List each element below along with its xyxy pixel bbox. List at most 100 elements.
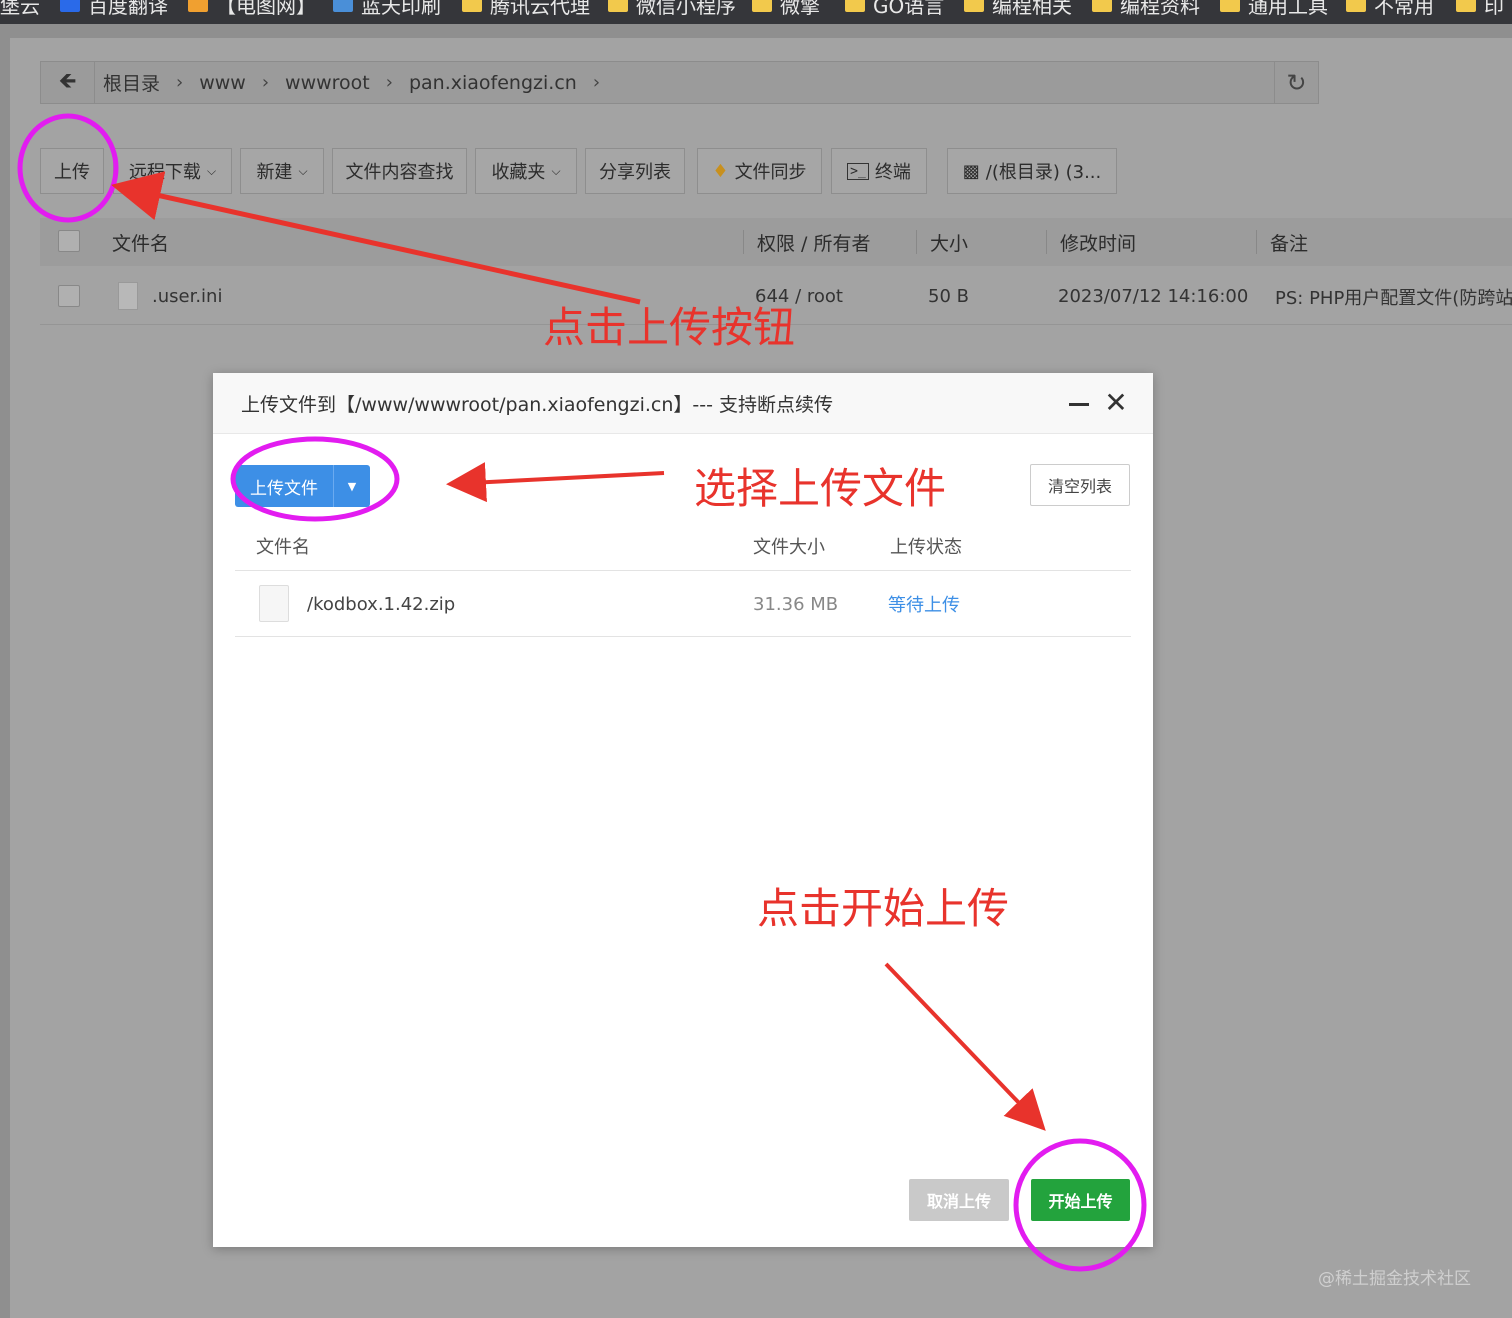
dialog-title: 上传文件到【/www/wwwroot/pan.xiaofengzi.cn】---… xyxy=(241,394,833,416)
bookmark-label: 编程相关 xyxy=(992,0,1072,18)
col-size-header[interactable]: 大小 xyxy=(930,218,968,266)
bookmark-folder[interactable]: 腾讯云代理 xyxy=(462,0,590,18)
share-list-label: 分享列表 xyxy=(599,162,671,183)
file-table-header: 文件名 权限 / 所有者 大小 修改时间 备注 xyxy=(40,218,1512,266)
bookmark-label: 【电图网】 xyxy=(216,0,316,18)
bookmark-label: 印 xyxy=(1484,0,1504,18)
upload-files-button[interactable]: 上传文件 ▼ xyxy=(235,465,370,507)
annotation-click-start: 点击开始上传 xyxy=(757,884,1010,933)
terminal-icon: >_ xyxy=(847,162,869,180)
queue-file-name: /kodbox.1.42.zip xyxy=(307,593,456,615)
bookmark-folder[interactable]: 编程相关 xyxy=(964,0,1072,18)
breadcrumb: 根目录 › www › wwwroot › pan.xiaofengzi.cn … xyxy=(103,62,616,103)
bookmark-label: 腾讯云代理 xyxy=(490,0,590,18)
bookmark-label: 堡云 xyxy=(0,0,40,18)
dialog-col-name: 文件名 xyxy=(256,537,310,558)
bookmark-folder[interactable]: 不常用 xyxy=(1346,0,1434,18)
remote-download-button[interactable]: 远程下载 ⌵ xyxy=(113,148,232,194)
file-size: 50 B xyxy=(928,286,969,307)
upload-files-label[interactable]: 上传文件 xyxy=(235,465,333,507)
watermark: @稀土掘金技术社区 xyxy=(1318,1269,1471,1289)
col-remark-header[interactable]: 备注 xyxy=(1270,218,1308,266)
file-mtime: 2023/07/12 14:16:00 xyxy=(1058,286,1249,307)
crumb-wwwroot[interactable]: wwwroot xyxy=(285,72,370,94)
folder-icon xyxy=(1092,0,1112,12)
favorites-label: 收藏夹 xyxy=(491,162,546,183)
minimize-icon[interactable] xyxy=(1069,403,1089,406)
folder-icon xyxy=(1220,0,1240,12)
bookmark-item[interactable]: 百度翻译 xyxy=(60,0,168,18)
favorites-button[interactable]: 收藏夹 ⌵ xyxy=(475,148,577,194)
folder-icon xyxy=(608,0,628,12)
bookmark-label: 蓝天印刷 xyxy=(361,0,441,18)
disk-button[interactable]: ▩/(根目录) (3... xyxy=(947,148,1117,194)
dialog-header: 上传文件到【/www/wwwroot/pan.xiaofengzi.cn】---… xyxy=(213,373,1153,434)
column-divider xyxy=(743,230,744,254)
bookmark-folder[interactable]: 通用工具 xyxy=(1220,0,1328,18)
chevron-right-icon: › xyxy=(592,72,601,93)
upload-button-label: 上传 xyxy=(54,162,90,183)
queue-file-size: 31.36 MB xyxy=(753,593,839,615)
file-name[interactable]: .user.ini xyxy=(152,268,222,325)
upload-button[interactable]: 上传 xyxy=(40,148,104,194)
bookmark-label: 百度翻译 xyxy=(88,0,168,18)
terminal-label: 终端 xyxy=(874,162,911,183)
bookmark-label: 编程资料 xyxy=(1120,0,1200,18)
close-icon[interactable]: ✕ xyxy=(1103,389,1129,417)
row-checkbox[interactable] xyxy=(58,285,80,307)
bookmark-label: 通用工具 xyxy=(1248,0,1328,18)
file-icon xyxy=(259,585,289,622)
new-label: 新建 xyxy=(256,162,293,183)
crumb-root[interactable]: 根目录 xyxy=(103,69,160,96)
share-list-button[interactable]: 分享列表 xyxy=(585,148,685,194)
site-icon xyxy=(333,0,353,12)
crumb-www[interactable]: www xyxy=(199,72,246,94)
bookmark-folder[interactable]: 编程资料 xyxy=(1092,0,1200,18)
bookmark-item[interactable]: 堡云 xyxy=(0,0,40,18)
bookmark-item[interactable]: 蓝天印刷 xyxy=(333,0,441,18)
col-mtime-header[interactable]: 修改时间 xyxy=(1060,218,1136,266)
file-remark[interactable]: PS: PHP用户配置文件(防跨站)! xyxy=(1275,268,1512,325)
select-all-checkbox[interactable] xyxy=(58,230,80,252)
file-icon xyxy=(118,282,138,310)
back-button[interactable]: 🡸 xyxy=(41,62,95,103)
file-sync-label: 文件同步 xyxy=(734,162,807,183)
queue-file-status: 等待上传 xyxy=(888,595,960,616)
folder-icon xyxy=(964,0,984,12)
refresh-icon: ↻ xyxy=(1286,68,1307,97)
folder-icon xyxy=(752,0,772,12)
bookmark-item[interactable]: 【电图网】 xyxy=(188,0,316,18)
site-icon xyxy=(188,0,208,12)
col-name-header[interactable]: 文件名 xyxy=(112,218,169,266)
chevron-down-icon: ⌵ xyxy=(206,163,217,178)
arrow-left-icon: 🡸 xyxy=(58,68,77,94)
start-upload-button[interactable]: 开始上传 xyxy=(1031,1179,1130,1221)
disk-label: /(根目录) (3... xyxy=(985,162,1102,183)
content-search-button[interactable]: 文件内容查找 xyxy=(332,148,467,194)
crumb-site[interactable]: pan.xiaofengzi.cn xyxy=(409,72,577,94)
annotation-click-upload: 点击上传按钮 xyxy=(543,303,796,352)
bookmarks-bar: 堡云 百度翻译 【电图网】 蓝天印刷 腾讯云代理 微信小程序 微擎 GO语言 编… xyxy=(0,0,1512,24)
clear-list-button[interactable]: 清空列表 xyxy=(1030,464,1130,506)
disk-icon: ▩ xyxy=(962,160,980,182)
bookmark-label: 微擎 xyxy=(780,0,820,18)
bookmark-folder[interactable]: 印 xyxy=(1456,0,1504,18)
caret-down-icon[interactable]: ▼ xyxy=(333,465,370,507)
address-bar: 🡸 根目录 › www › wwwroot › pan.xiaofengzi.c… xyxy=(40,61,1319,104)
new-button[interactable]: 新建 ⌵ xyxy=(240,148,324,194)
cancel-upload-button[interactable]: 取消上传 xyxy=(909,1179,1009,1221)
dialog-col-size: 文件大小 xyxy=(753,537,825,558)
folder-icon xyxy=(845,0,865,12)
chevron-down-icon: ⌵ xyxy=(551,163,561,178)
file-sync-button[interactable]: ♦ 文件同步 xyxy=(697,148,822,194)
bookmark-folder[interactable]: 微信小程序 xyxy=(608,0,736,18)
terminal-button[interactable]: >_ 终端 xyxy=(831,148,927,194)
bookmark-folder[interactable]: GO语言 xyxy=(845,0,945,18)
refresh-button[interactable]: ↻ xyxy=(1274,62,1318,103)
bookmark-label: GO语言 xyxy=(873,0,945,18)
col-perm-header[interactable]: 权限 / 所有者 xyxy=(757,218,870,266)
bookmark-folder[interactable]: 微擎 xyxy=(752,0,820,18)
bookmark-label: 微信小程序 xyxy=(636,0,736,18)
dialog-col-status: 上传状态 xyxy=(890,537,962,558)
annotation-choose-file: 选择上传文件 xyxy=(694,464,947,513)
